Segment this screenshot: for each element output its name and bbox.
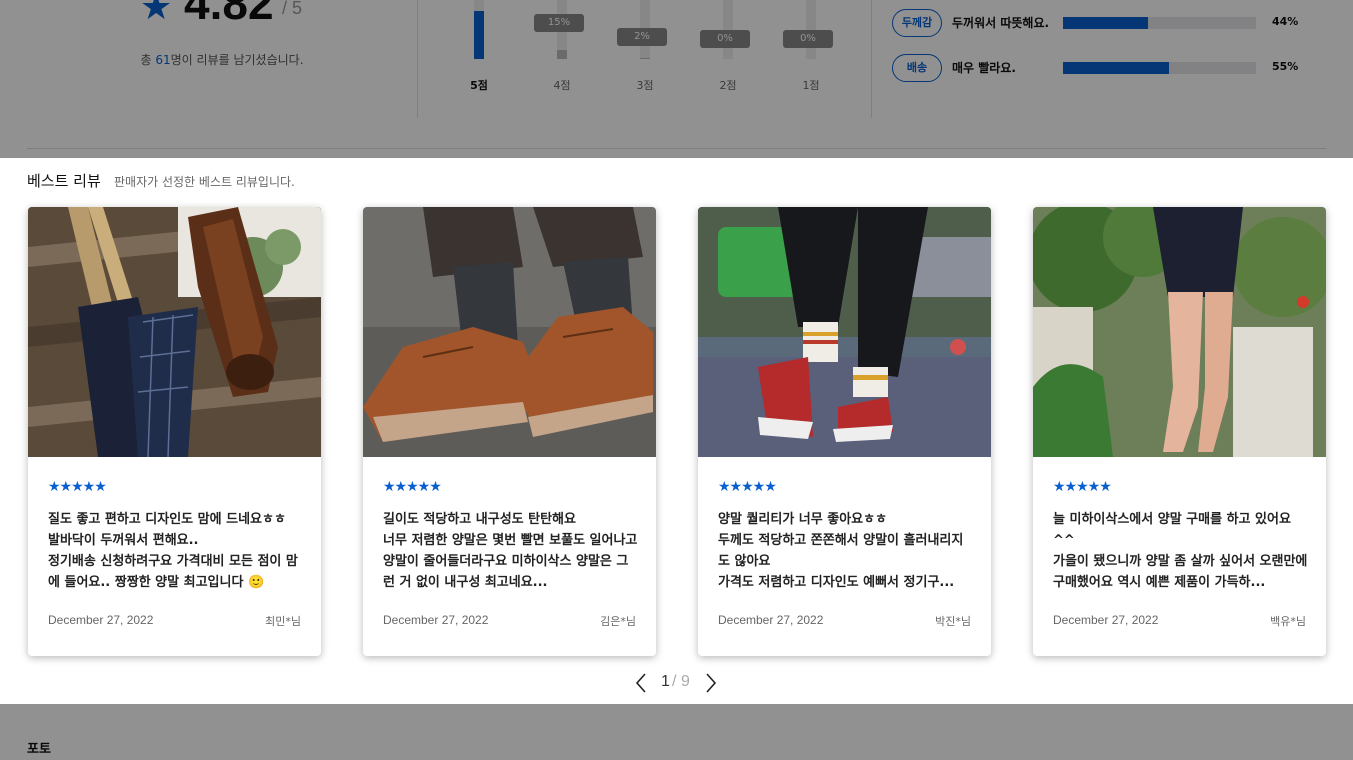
page-separator: / (672, 673, 677, 690)
prev-page-button[interactable] (632, 672, 650, 694)
review-photo-image (1033, 207, 1326, 457)
review-author: 박진*님 (935, 615, 971, 628)
review-text: 길이도 적당하고 내구성도 탄탄해요 너무 저렴한 양말은 몇번 빨면 보풀도 … (383, 512, 638, 590)
dim-overlay-top[interactable] (0, 0, 1353, 158)
review-stars: ★★★★★ (48, 479, 107, 495)
review-text: 질도 좋고 편하고 디자인도 맘에 드네요ㅎㅎ 발바닥이 두꺼워서 편해요.. … (48, 512, 298, 590)
review-text: 늘 미하이삭스에서 양말 구매를 하고 있어요 ^^ 가을이 됐으니까 양말 좀… (1053, 512, 1308, 590)
current-page: 1 (661, 673, 670, 690)
review-date: December 27, 2022 (48, 613, 154, 627)
review-stars: ★★★★★ (718, 479, 777, 495)
review-photo-image (363, 207, 656, 457)
review-date: December 27, 2022 (383, 613, 489, 627)
review-date: December 27, 2022 (1053, 613, 1159, 627)
carousel-pager: 1 / 9 (0, 672, 1353, 694)
best-review-subtitle: 판매자가 선정한 베스트 리뷰입니다. (114, 175, 295, 189)
review-photo[interactable] (1033, 207, 1326, 457)
review-date: December 27, 2022 (718, 613, 824, 627)
review-text: 양말 퀄리티가 너무 좋아요ㅎㅎ 두께도 적당하고 쫀쫀해서 양말이 흘러내리지… (718, 512, 964, 590)
review-card[interactable]: ★★★★★ 늘 미하이삭스에서 양말 구매를 하고 있어요 ^^ 가을이 됐으니… (1033, 207, 1326, 656)
review-author: 최민*님 (265, 615, 301, 628)
review-stars: ★★★★★ (383, 479, 442, 495)
review-card[interactable]: ★★★★★ 길이도 적당하고 내구성도 탄탄해요 너무 저렴한 양말은 몇번 빨… (363, 207, 656, 656)
best-review-title: 베스트 리뷰 (27, 172, 101, 190)
review-photo[interactable] (28, 207, 321, 457)
dim-overlay-bottom[interactable] (0, 704, 1353, 760)
review-stars: ★★★★★ (1053, 479, 1112, 495)
review-photo-image (28, 207, 321, 457)
review-card[interactable]: ★★★★★ 질도 좋고 편하고 디자인도 맘에 드네요ㅎㅎ 발바닥이 두꺼워서 … (28, 207, 321, 656)
review-author: 백유*님 (1270, 615, 1306, 628)
next-page-button[interactable] (702, 672, 720, 694)
chevron-right-icon (706, 673, 717, 693)
review-photo[interactable] (698, 207, 991, 457)
review-photo[interactable] (363, 207, 656, 457)
review-photo-image (698, 207, 991, 457)
total-pages: 9 (681, 673, 690, 690)
chevron-left-icon (635, 673, 646, 693)
review-card[interactable]: ★★★★★ 양말 퀄리티가 너무 좋아요ㅎㅎ 두께도 적당하고 쫀쫀해서 양말이… (698, 207, 991, 656)
review-author: 김은*님 (600, 615, 636, 628)
